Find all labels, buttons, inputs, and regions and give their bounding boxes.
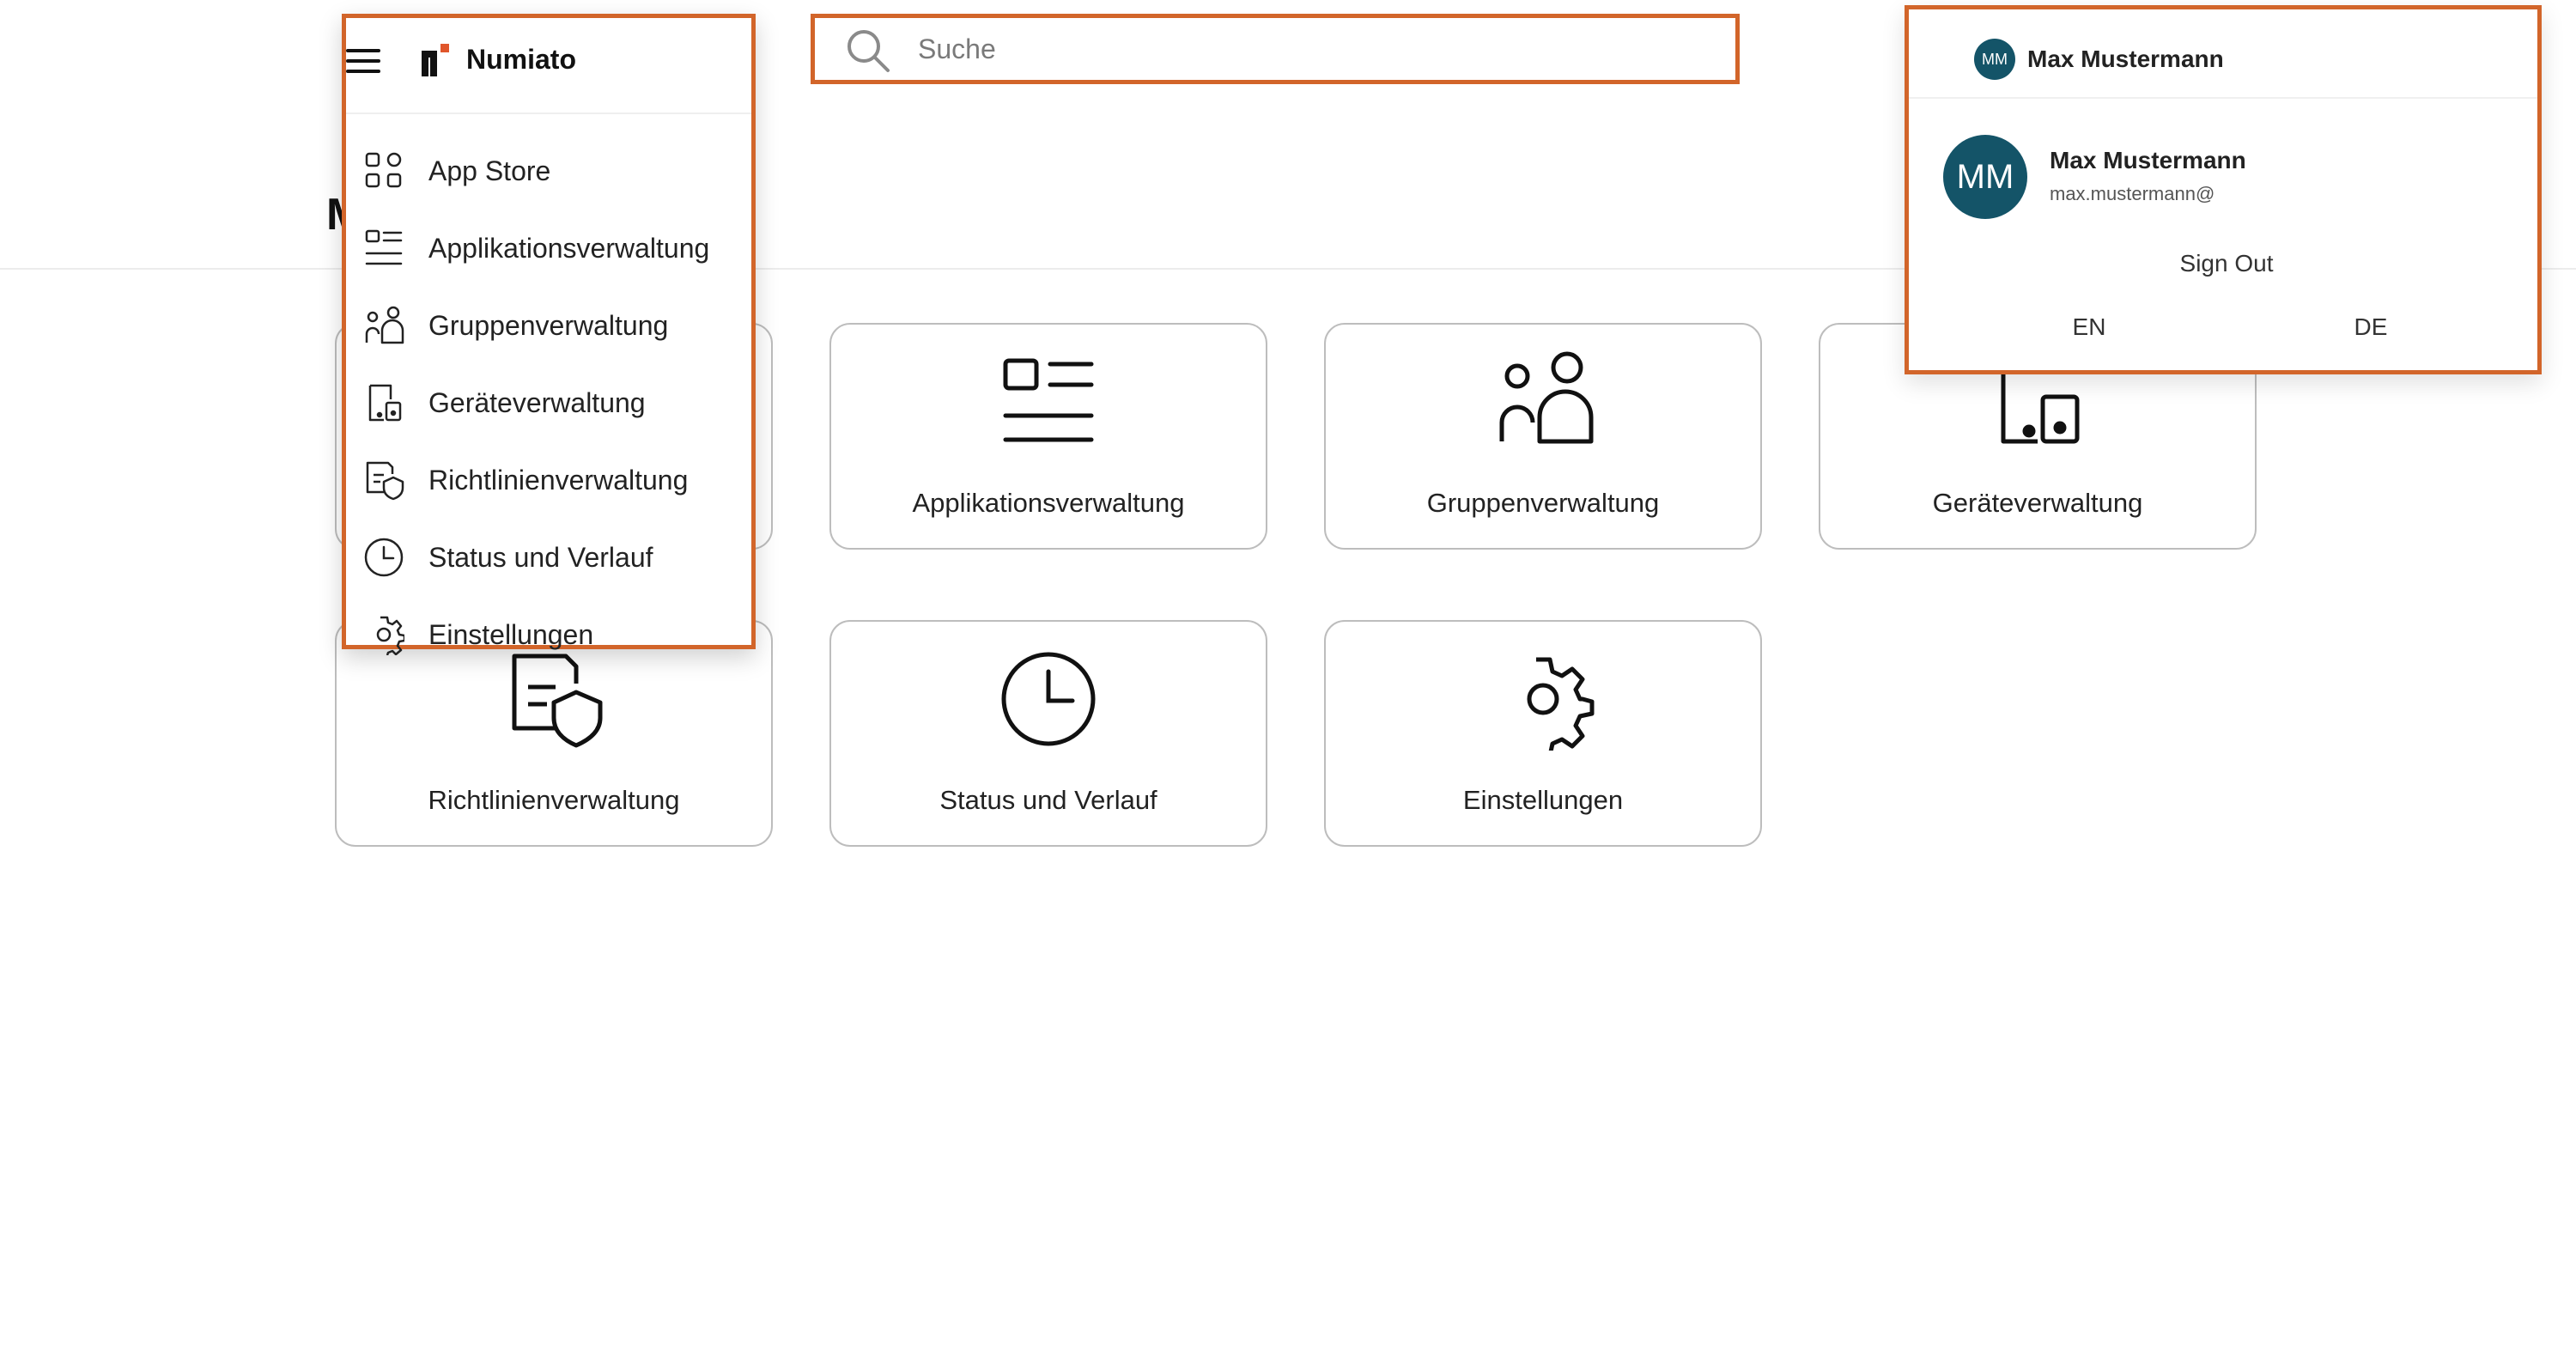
nav-item-geraeteverwaltung[interactable]: Geräteverwaltung bbox=[346, 370, 751, 439]
nav-item-label: Applikationsverwaltung bbox=[428, 233, 710, 264]
nav-item-label: Einstellungen bbox=[428, 619, 594, 650]
nav-header: Numiato bbox=[346, 18, 751, 114]
nav-item-applikationsverwaltung[interactable]: Applikationsverwaltung bbox=[346, 216, 751, 284]
language-de-button[interactable]: DE bbox=[2328, 307, 2414, 348]
tile-status-und-verlauf[interactable]: Status und Verlauf bbox=[829, 620, 1267, 847]
numiato-logo-icon bbox=[418, 42, 451, 78]
account-email: max.mustermann@ bbox=[2050, 183, 2215, 204]
tile-label: Einstellungen bbox=[1462, 785, 1624, 815]
group-people-icon bbox=[363, 305, 404, 346]
account-name: Max Mustermann bbox=[2050, 147, 2246, 173]
nav-item-richtlinienverwaltung[interactable]: Richtlinienverwaltung bbox=[346, 447, 751, 516]
policy-shield-icon bbox=[363, 459, 404, 501]
nav-item-label: Status und Verlauf bbox=[428, 542, 653, 573]
avatar-small: MM bbox=[1974, 39, 2015, 80]
tile-gruppenverwaltung[interactable]: Gruppenverwaltung bbox=[1324, 323, 1762, 550]
hamburger-icon[interactable] bbox=[346, 44, 380, 78]
tile-einstellungen[interactable]: Einstellungen bbox=[1324, 620, 1762, 847]
account-header[interactable]: MM Max Mustermann bbox=[1909, 9, 2537, 99]
tile-label: Applikationsverwaltung bbox=[912, 488, 1185, 518]
nav-menu: Numiato App Store Applikationsverwaltung bbox=[342, 14, 756, 656]
search-input[interactable] bbox=[918, 25, 1691, 73]
gear-icon bbox=[363, 614, 406, 656]
tile-label: Status und Verlauf bbox=[939, 785, 1157, 815]
tile-label: Gruppenverwaltung bbox=[1426, 488, 1660, 518]
language-en-button[interactable]: EN bbox=[2046, 307, 2132, 348]
gear-icon bbox=[1492, 648, 1595, 757]
account-header-name: Max Mustermann bbox=[2027, 46, 2224, 72]
nav-item-status-und-verlauf[interactable]: Status und Verlauf bbox=[346, 525, 751, 593]
nav-item-gruppenverwaltung[interactable]: Gruppenverwaltung bbox=[346, 293, 751, 362]
search-icon[interactable] bbox=[846, 28, 890, 73]
nav-item-einstellungen[interactable]: Einstellungen bbox=[346, 602, 751, 671]
nav-item-app-store[interactable]: App Store bbox=[346, 138, 751, 207]
nav-item-label: App Store bbox=[428, 155, 551, 186]
tile-label: Geräteverwaltung bbox=[1932, 488, 2143, 518]
clock-history-icon bbox=[363, 537, 404, 578]
account-panel: MM Max Mustermann MM Max Mustermann max.… bbox=[1905, 5, 2542, 374]
tile-applikationsverwaltung[interactable]: Applikationsverwaltung bbox=[829, 323, 1267, 550]
group-people-icon bbox=[1492, 350, 1595, 453]
devices-icon bbox=[363, 382, 404, 423]
application-list-icon bbox=[363, 228, 404, 269]
app-store-grid-icon bbox=[363, 150, 404, 192]
application-list-icon bbox=[997, 350, 1100, 453]
clock-history-icon bbox=[997, 648, 1100, 751]
nav-item-label: Richtlinienverwaltung bbox=[428, 465, 689, 496]
nav-item-label: Gruppenverwaltung bbox=[428, 310, 669, 341]
tile-label: Richtlinienverwaltung bbox=[428, 785, 680, 815]
avatar-large: MM bbox=[1943, 135, 2027, 219]
nav-item-label: Geräteverwaltung bbox=[428, 387, 646, 418]
brand-name: Numiato bbox=[466, 44, 576, 75]
sign-out-button[interactable]: Sign Out bbox=[2158, 243, 2295, 284]
search-box bbox=[811, 14, 1740, 84]
